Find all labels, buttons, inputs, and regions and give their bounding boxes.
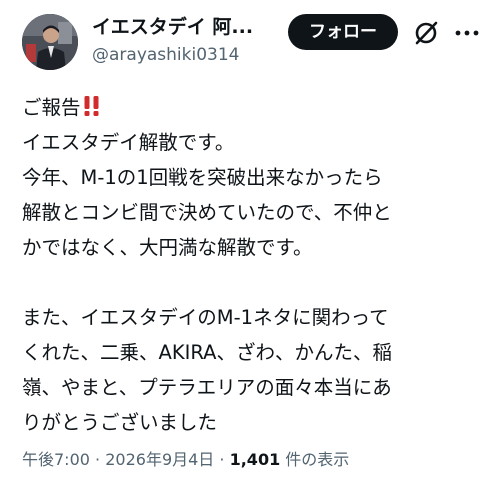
tweet-line-3: 今年、M-1の1回戦を突破出来なかったら (22, 166, 383, 189)
tweet-line-9: 嶺、やまと、プテラエリアの面々本当にあ (22, 376, 392, 399)
more-dots-icon[interactable] (452, 20, 482, 46)
meta-separator: · (219, 450, 225, 469)
tweet-date[interactable]: 2026年9月4日 (105, 450, 214, 469)
user-handle[interactable]: @arayashiki0314 (92, 42, 282, 68)
tweet-text: ご報告 イエスタデイ解散です。 今年、M-1の1回戦を突破出来なかったら 解散と… (22, 90, 492, 440)
tweet-line-4: 解散とコンビ間で決めていたので、不仲と (22, 201, 392, 224)
profile-photo-avatar (22, 14, 78, 70)
tweet-line-8: くれた、二乗、AKIRA、ざわ、かんた、稲 (22, 341, 392, 364)
tweet-header: イエスタデイ 阿... @arayashiki0314 フォロー (0, 0, 500, 82)
tweet-line-10: りがとうございました (22, 411, 218, 434)
views-count[interactable]: 1,401 (230, 450, 281, 469)
meta-separator: · (95, 450, 101, 469)
user-info: イエスタデイ 阿... @arayashiki0314 (92, 14, 282, 68)
tweet-line-5: かではなく、大円満な解散です。 (22, 236, 313, 259)
double-exclamation-icon (82, 93, 102, 128)
follow-button[interactable]: フォロー (288, 14, 398, 50)
display-name[interactable]: イエスタデイ 阿... (92, 14, 282, 40)
tweet-metadata: 午後7:00 · 2026年9月4日 · 1,401 件の表示 (22, 448, 349, 472)
tweet-line-2: イエスタデイ解散です。 (22, 131, 235, 154)
tweet-line-1-text: ご報告 (22, 96, 81, 119)
tweet-line-1: ご報告 (22, 90, 492, 125)
views-label: 件の表示 (285, 450, 350, 469)
avatar[interactable] (22, 14, 78, 70)
tweet-time[interactable]: 午後7:00 (22, 450, 90, 469)
tweet-line-7: また、イエスタデイのM-1ネタに関わって (22, 306, 389, 329)
slashed-circle-icon[interactable] (412, 19, 440, 47)
